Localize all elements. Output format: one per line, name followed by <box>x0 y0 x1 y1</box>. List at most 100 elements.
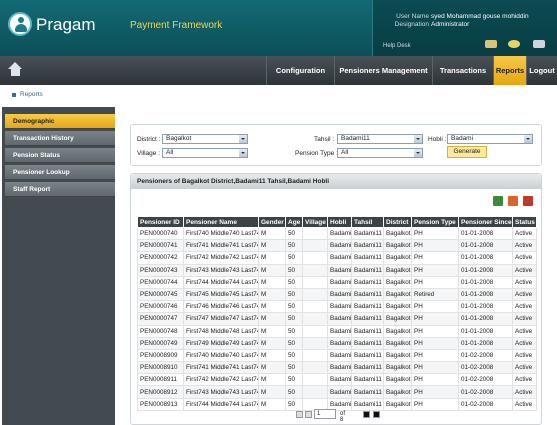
table-cell: Active <box>512 312 537 326</box>
table-cell: Badami11 <box>351 300 384 314</box>
chat-icon[interactable] <box>508 40 520 48</box>
prev-page-icon[interactable] <box>305 411 312 418</box>
table-cell: PEN0000742 <box>137 251 184 265</box>
first-page-icon[interactable] <box>296 411 303 418</box>
breadcrumb[interactable]: Reports <box>20 91 43 98</box>
table-cell: PH <box>411 312 459 326</box>
last-page-icon[interactable] <box>373 411 380 418</box>
table-cell: Active <box>512 385 537 399</box>
table-cell: 01-02-2008 <box>458 385 513 399</box>
sidebar-item-demographic[interactable]: Demographic <box>5 114 115 129</box>
table-cell: M <box>258 397 286 411</box>
table-cell <box>302 361 328 375</box>
table-row[interactable]: PEN0000744 First744 Middle744 Last744 M 50 B… <box>137 275 537 289</box>
help-desk-link[interactable]: Help Desk <box>383 43 411 49</box>
table-cell: First744 Middle744 Last744 <box>183 397 259 411</box>
table-row[interactable]: PEN0008909 First740 Middle740 Last740 M 50 B… <box>137 348 537 363</box>
table-cell: M <box>258 336 286 350</box>
table-row[interactable]: PEN0000748 First748 Middle748 Last748 M 50 B… <box>137 324 537 338</box>
village-select[interactable]: All <box>162 148 248 158</box>
table-cell: First742 Middle742 Last742 <box>183 251 259 265</box>
table-cell: 50 <box>285 251 303 265</box>
table-cell: PH <box>411 397 459 411</box>
table-cell: PEN0000748 <box>137 324 184 338</box>
nav-configuration[interactable]: Configuration <box>266 56 334 85</box>
column-header[interactable]: Tahsil <box>351 216 384 228</box>
column-header[interactable]: Hobli <box>327 216 352 228</box>
table-cell: PH <box>411 226 459 241</box>
nav-transactions[interactable]: Transactions <box>432 56 493 85</box>
table-cell: Active <box>512 300 537 314</box>
table-cell: 01-01-2008 <box>458 275 513 289</box>
table-cell: PH <box>411 275 459 289</box>
column-header[interactable]: Gender <box>258 216 286 228</box>
table-row[interactable]: PEN0000746 First746 Middle746 Last746 M 50 B… <box>137 300 537 314</box>
table-cell: M <box>258 385 286 399</box>
district-select[interactable]: Bagalkot <box>162 134 248 144</box>
table-cell: Badami <box>327 385 352 399</box>
column-header[interactable]: Pensioner Name <box>183 216 259 228</box>
column-header[interactable]: Pension Type <box>411 216 459 228</box>
nav-reports[interactable]: Reports <box>493 56 526 85</box>
table-cell: PH <box>411 324 459 338</box>
table-cell: Badami11 <box>351 385 384 399</box>
table-cell <box>302 287 328 302</box>
table-cell: First748 Middle748 Last748 <box>183 324 259 338</box>
table-row[interactable]: PEN0008911 First742 Middle742 Last742 M 50 B… <box>137 373 537 387</box>
print-icon[interactable] <box>523 196 533 206</box>
table-cell: PEN0008909 <box>137 348 184 363</box>
chevron-down-icon <box>414 135 422 143</box>
key-icon[interactable] <box>533 40 545 48</box>
hobli-label: Hobli : <box>428 136 447 143</box>
column-header[interactable]: Age <box>285 216 303 228</box>
nav-pensioners-management[interactable]: Pensioners Management <box>334 56 432 85</box>
table-row[interactable]: PEN0008913 First744 Middle744 Last744 M 50 B… <box>137 397 537 411</box>
table-row[interactable]: PEN0008910 First741 Middle741 Last741 M 50 B… <box>137 361 537 375</box>
hobli-select[interactable]: Badami <box>447 134 533 144</box>
column-header[interactable]: Village <box>302 216 328 228</box>
table-cell: PH <box>411 361 459 375</box>
table-row[interactable]: PEN0000741 First741 Middle741 Last741 M 50 B… <box>137 239 537 253</box>
table-row[interactable]: PEN0008912 First743 Middle743 Last743 M 50 B… <box>137 385 537 399</box>
district-label: District : <box>137 136 161 143</box>
tahsil-select[interactable]: Badami11 <box>337 134 423 144</box>
column-header[interactable]: Status <box>512 216 537 228</box>
sidebar-item-pensioner-lookup[interactable]: Pensioner Lookup <box>5 165 115 180</box>
table-cell: Badami <box>327 287 352 302</box>
table-cell <box>302 300 328 314</box>
table-cell: Badami <box>327 348 352 363</box>
table-cell: Badami <box>327 239 352 253</box>
table-row[interactable]: PEN0000749 First749 Middle749 Last749 M 50 B… <box>137 336 537 350</box>
column-header[interactable]: Pensioner Since <box>458 216 513 228</box>
table-cell: Active <box>512 287 537 302</box>
person-icon[interactable] <box>485 40 497 48</box>
column-header[interactable]: District <box>383 216 412 228</box>
column-header[interactable]: Pensioner ID <box>137 216 184 228</box>
table-cell: PEN0008911 <box>137 373 184 387</box>
next-page-icon[interactable] <box>363 411 370 418</box>
table-row[interactable]: PEN0000747 First747 Middle747 Last747 M 50 B… <box>137 312 537 326</box>
table-row[interactable]: PEN0000745 First745 Middle745 Last745 M 50 B… <box>137 287 537 302</box>
table-cell <box>302 348 328 363</box>
pension-type-value: All <box>341 149 349 156</box>
table-cell: Active <box>512 373 537 387</box>
sidebar-item-transaction-history[interactable]: Transaction History <box>5 131 115 146</box>
table-cell: 01-01-2008 <box>458 239 513 253</box>
table-row[interactable]: PEN0000742 First742 Middle742 Last742 M 50 B… <box>137 251 537 265</box>
sidebar-item-staff-report[interactable]: Staff Report <box>5 182 115 197</box>
excel-export-icon[interactable] <box>493 196 503 206</box>
nav-logout[interactable]: Logout <box>526 56 557 85</box>
page-input[interactable]: 1 <box>314 409 336 419</box>
sidebar-item-pension-status[interactable]: Pension Status <box>5 148 115 163</box>
table-row[interactable]: PEN0000740 First740 Middle740 Last740 M 50 B… <box>137 226 537 241</box>
table-cell: 01-01-2008 <box>458 287 513 302</box>
table-cell: Badami <box>327 251 352 265</box>
table-cell: Badami <box>327 263 352 277</box>
pension-type-select[interactable]: All <box>337 148 423 158</box>
generate-button[interactable]: Generate <box>447 146 487 158</box>
table-row[interactable]: PEN0000743 First743 Middle743 Last743 M 50 B… <box>137 263 537 277</box>
home-icon[interactable] <box>7 62 24 77</box>
chart-icon[interactable] <box>508 196 518 206</box>
hobli-value: Badami <box>451 135 474 142</box>
table-cell: 50 <box>285 287 303 302</box>
